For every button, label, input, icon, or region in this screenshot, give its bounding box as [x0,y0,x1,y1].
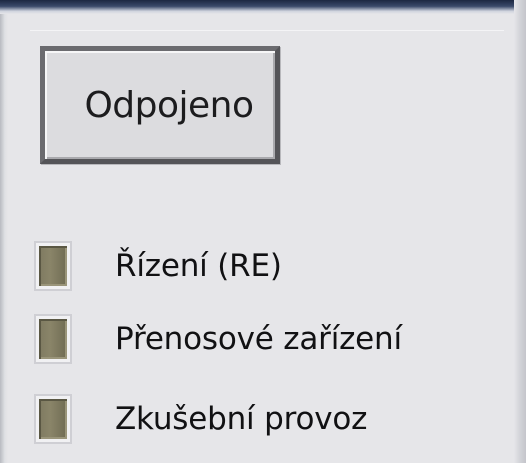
indicator-row-rizeni: Řízení (RE) [34,240,282,292]
indicator-label-rizeni: Řízení (RE) [115,248,282,284]
indicator-row-zkusebni-provoz: Zkušební provoz [34,393,368,445]
zkusebni-provoz-led-indicator-icon [34,394,72,444]
prenosove-zarizeni-led-indicator-icon [34,314,72,364]
indicator-label-prenosove-zarizeni: Přenosové zařízení [115,321,402,357]
panel-left-border [0,14,8,463]
connection-status-label: Odpojeno [84,84,254,126]
indicator-label-zkusebni-provoz: Zkušební provoz [115,401,368,437]
panel-divider [30,30,504,31]
indicator-row-prenosove-zarizeni: Přenosové zařízení [34,313,402,365]
rizeni-led-indicator-icon [34,241,72,291]
panel-right-border [514,0,526,463]
connection-status-button[interactable]: Odpojeno [40,46,280,164]
status-panel: Odpojeno Řízení (RE) Přenosové zařízení … [0,0,526,463]
panel-top-border [0,0,526,14]
